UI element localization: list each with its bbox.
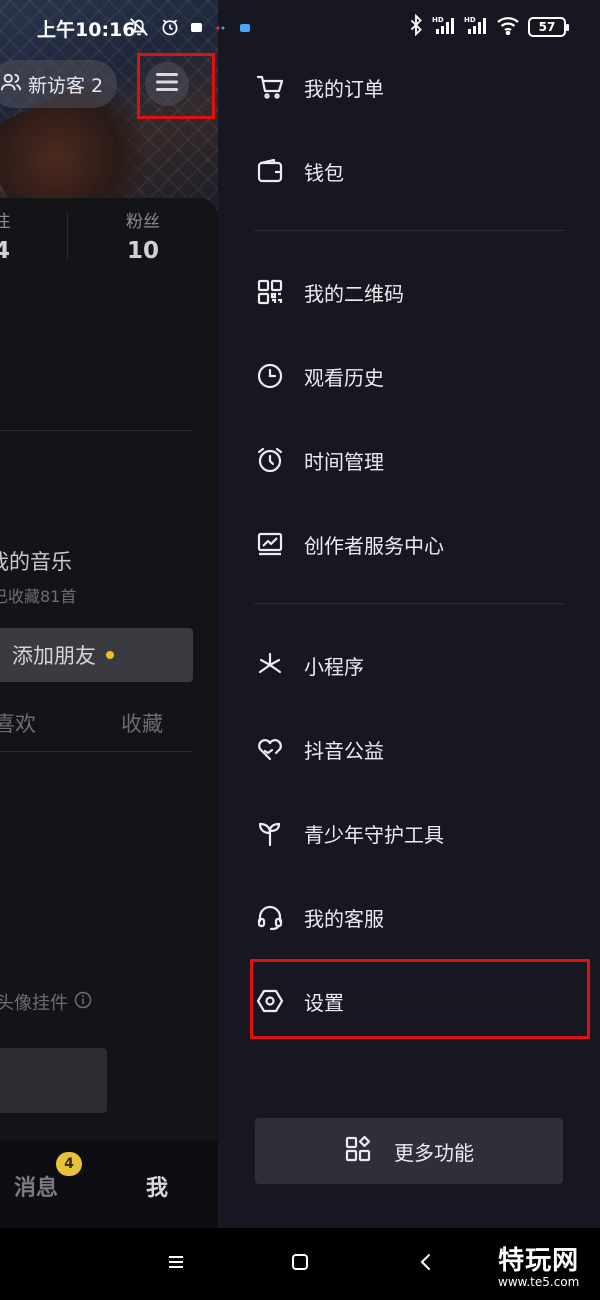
menu-highlight-box (137, 53, 215, 119)
pendant-text: 头像挂件 (0, 993, 68, 1014)
status-bar: 上午10:16 HD HD 57 (0, 0, 600, 56)
nav-recents-button[interactable] (160, 1248, 192, 1280)
app-notification-icon (190, 20, 204, 39)
drawer-item-label: 青少年守护工具 (304, 822, 444, 847)
drawer-item-label: 时间管理 (304, 449, 384, 474)
profile-page (0, 0, 218, 1228)
drawer-item-charity[interactable]: 抖音公益 (254, 721, 584, 777)
avatar-pendant-button[interactable] (0, 1048, 107, 1113)
site-watermark: 特玩网 www.te5.com (498, 1240, 579, 1289)
grid-shapes-icon (344, 1135, 372, 1167)
status-system-icons: HD HD 57 (408, 13, 569, 40)
drawer-item-label: 我的订单 (304, 76, 384, 101)
nav-back-button[interactable] (410, 1248, 442, 1280)
drawer-item-label: 我的二维码 (304, 281, 404, 306)
drawer-item-my-orders[interactable]: 我的订单 (254, 59, 584, 115)
square-icon (291, 1253, 309, 1275)
app-notification-icon (238, 20, 252, 39)
svg-text:HD: HD (432, 16, 444, 24)
visitors-label: 新访客 2 (28, 74, 104, 97)
stat-followers[interactable]: 粉丝 10 (113, 207, 173, 264)
headset-icon (254, 901, 286, 933)
drawer-item-label: 创作者服务中心 (304, 533, 444, 558)
status-time: 上午10:16 (37, 19, 136, 41)
add-friend-label: 添加朋友 (12, 644, 96, 668)
clock-icon (254, 360, 286, 392)
notification-dot (106, 651, 114, 659)
status-notification-icons (128, 16, 252, 42)
stat-label: 注 (0, 212, 11, 232)
drawer-item-label: 观看历史 (304, 365, 384, 390)
menu-lines-icon (167, 1254, 185, 1274)
drawer-item-label: 钱包 (304, 160, 344, 185)
my-music-title[interactable]: 我的音乐 (0, 546, 72, 576)
avatar-pendant-label: 头像挂件 (0, 989, 92, 1015)
info-icon[interactable] (74, 991, 92, 1014)
settings-highlight-box (250, 959, 590, 1039)
drawer-item-label: 我的客服 (304, 906, 384, 931)
monitor-chart-icon (254, 528, 286, 560)
drawer-item-label: 小程序 (304, 654, 364, 679)
nav-home-button[interactable] (284, 1248, 316, 1280)
watermark-brand: 特玩网 (498, 1246, 580, 1276)
stat-value: 4 (0, 238, 10, 264)
app-notification-icon (214, 20, 228, 39)
wifi-icon (496, 15, 520, 39)
drawer-item-qr-code[interactable]: 我的二维码 (254, 264, 584, 320)
signal-icon: HD (464, 15, 488, 39)
divider (0, 751, 192, 752)
divider (0, 430, 192, 431)
tab-messages[interactable]: 消息 (14, 1170, 58, 1202)
drawer-item-watch-history[interactable]: 观看历史 (254, 348, 584, 404)
add-friend-button[interactable]: 添加朋友 (0, 628, 193, 682)
wallet-icon (254, 155, 286, 187)
bluetooth-icon (408, 13, 424, 40)
watermark-url: www.te5.com (498, 1275, 580, 1289)
tab-me[interactable]: 我 (146, 1170, 168, 1202)
stat-following[interactable]: 注 4 (0, 207, 14, 264)
my-music-subtitle: 已收藏81首 (0, 587, 77, 606)
tab-favorites[interactable]: 收藏 (121, 708, 163, 738)
alarm-status-icon (160, 17, 180, 41)
drawer-item-wallet[interactable]: 钱包 (254, 143, 584, 199)
messages-badge: 4 (56, 1152, 82, 1176)
drawer-item-youth-protection[interactable]: 青少年守护工具 (254, 805, 584, 861)
drawer-item-label: 抖音公益 (304, 738, 384, 763)
cart-icon (254, 71, 286, 103)
svg-text:HD: HD (464, 16, 476, 24)
stat-divider (67, 212, 68, 260)
drawer-item-customer-service[interactable]: 我的客服 (254, 889, 584, 945)
drawer-item-time-management[interactable]: 时间管理 (254, 432, 584, 488)
drawer-divider (254, 603, 564, 604)
sprout-icon (254, 817, 286, 849)
alarm-icon (254, 444, 286, 476)
stat-value: 10 (126, 238, 159, 264)
signal-icon: HD (432, 15, 456, 39)
mini-program-icon (254, 649, 286, 681)
new-visitors-button[interactable]: 新访客 2 (0, 60, 117, 108)
tab-likes[interactable]: 喜欢 (0, 708, 36, 738)
mute-icon (128, 16, 150, 42)
visitors-icon (0, 71, 22, 97)
drawer-item-creator-center[interactable]: 创作者服务中心 (254, 516, 584, 572)
side-drawer: 我的订单 钱包 我的二维码 观看历史 时间管理 创作者服务中心 小程序 抖音公益… (218, 0, 600, 1228)
drawer-divider (254, 230, 564, 231)
heart-hand-icon (254, 733, 286, 765)
qrcode-icon (254, 276, 286, 308)
drawer-item-mini-programs[interactable]: 小程序 (254, 637, 584, 693)
more-features-label: 更多功能 (394, 1140, 474, 1165)
back-chevron-icon (419, 1253, 433, 1275)
stat-label: 粉丝 (126, 212, 160, 232)
more-features-button[interactable]: 更多功能 (255, 1118, 563, 1184)
battery-indicator: 57 (528, 17, 569, 37)
